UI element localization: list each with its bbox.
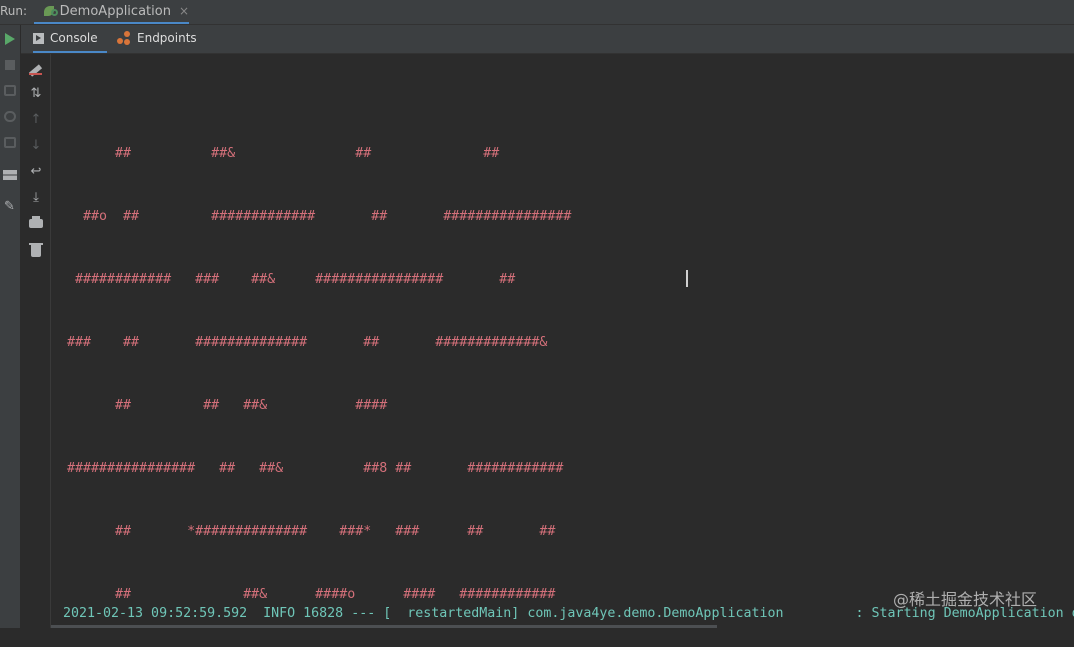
- camera-icon[interactable]: [2, 83, 18, 99]
- close-icon[interactable]: ×: [179, 4, 189, 18]
- run-tab-title: DemoApplication: [59, 3, 171, 19]
- print-icon[interactable]: [28, 216, 44, 232]
- run-toolbar: Run: DemoApplication ×: [0, 0, 1074, 25]
- watermark: @稀土掘金技术社区: [893, 590, 1038, 609]
- trash-icon[interactable]: [28, 242, 44, 258]
- up-arrow-icon[interactable]: ↑: [28, 112, 44, 128]
- tab-console-label: Console: [50, 31, 98, 45]
- sort-icon[interactable]: ⇅: [28, 86, 44, 102]
- endpoints-icon: [117, 31, 131, 45]
- banner-line: ### ## ############## ## #############&: [51, 335, 548, 350]
- console-output[interactable]: ## ##& ## ## ##o ## ############# ## ###…: [51, 54, 1074, 628]
- soft-wrap-icon[interactable]: ↩: [28, 164, 44, 180]
- tab-endpoints-label: Endpoints: [137, 31, 197, 45]
- banner-line: ## ##& ## ##: [51, 146, 500, 161]
- tool-tabs: Console Endpoints: [21, 25, 1074, 54]
- scroll-to-end-icon[interactable]: ⤓: [28, 190, 44, 206]
- banner-line: ############ ### ##& ################ ##: [51, 272, 516, 287]
- stop-icon[interactable]: [2, 57, 18, 73]
- run-tab-demo-application[interactable]: DemoApplication ×: [34, 0, 189, 24]
- play-icon[interactable]: [2, 31, 18, 47]
- run-actions-strip: ✎: [0, 25, 21, 628]
- clear-icon[interactable]: [28, 60, 44, 77]
- banner-line: ## *############## ###* ### ## ##: [51, 524, 556, 539]
- console-toolbar: ⇅ ↑ ↓ ↩ ⤓: [21, 54, 51, 628]
- pin-icon[interactable]: ✎: [2, 199, 18, 215]
- text-caret: [686, 270, 688, 287]
- banner-line: ## ## ##& ####: [51, 398, 388, 413]
- banner-line: ## ##& ####o #### ############: [51, 587, 556, 602]
- banner-line: ################ ## ##& ##8 ## #########…: [51, 461, 564, 476]
- console-icon: [33, 32, 44, 44]
- spring-boot-icon: [44, 4, 58, 18]
- run-label: Run:: [0, 4, 28, 18]
- exit-icon[interactable]: [2, 135, 18, 151]
- down-arrow-icon[interactable]: ↓: [28, 138, 44, 154]
- tab-console[interactable]: Console: [33, 25, 107, 53]
- ascii-banner: ## ##& ## ## ##o ## ############# ## ###…: [51, 101, 571, 647]
- tab-endpoints[interactable]: Endpoints: [117, 25, 197, 51]
- banner-line: ##o ## ############# ## ################: [51, 209, 572, 224]
- bug-icon[interactable]: [2, 109, 18, 125]
- layout-icon[interactable]: [2, 167, 18, 183]
